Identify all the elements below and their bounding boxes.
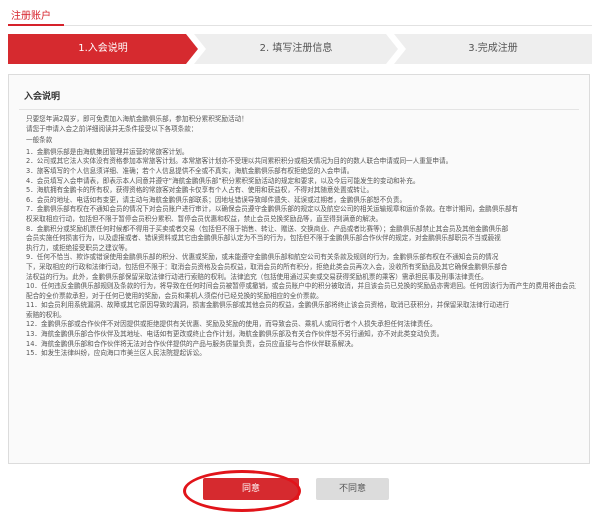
terms-line: 4．会员填写入会申请表，即表示本人同意并遵守“海航金鹏俱乐部”积分累积奖励活动的… xyxy=(26,176,420,185)
terms-line: 9．任何不恰当、欺诈或错误使用金鹏俱乐部的积分、优惠或奖励，或未能遵守金鹏俱乐部… xyxy=(26,253,499,262)
terms-line: 索赔的权利。 xyxy=(26,310,66,319)
terms-line: 下，采取相应的行政和法律行动，包括但不限于：取消会员资格及会员权益，取消会员的所… xyxy=(26,262,508,271)
registration-steps: 1.入会说明 2. 填写注册信息 3.完成注册 xyxy=(8,34,592,64)
terms-divider xyxy=(19,109,579,110)
terms-line: 5．海航拥有金鹏卡的所有权，获得资格的常旅客对金鹏卡仅享有个人占有、使用和获益权… xyxy=(26,186,374,195)
terms-line: 6．会员的地址、电话如有变更，请主动与海航金鹏俱乐部联系；因地址错误导致邮件遗失… xyxy=(26,195,407,204)
terms-panel: 入会说明 只要您年满2周岁，即可免费加入海航金鹏俱乐部，参加积分累积奖励活动！请… xyxy=(8,74,590,464)
page-header: 注册账户 xyxy=(8,4,592,26)
agree-button[interactable]: 同意 xyxy=(203,478,299,500)
step-membership-terms: 1.入会说明 xyxy=(8,34,198,64)
terms-text: 只要您年满2周岁，即可免费加入海航金鹏俱乐部，参加积分累积奖励活动！ 请您于申请入… xyxy=(26,115,576,359)
header-divider xyxy=(8,25,592,26)
terms-line: 11．如会员利用系统漏洞、故障或其它原因导致的漏洞，损害金鹏俱乐部或其他会员的权… xyxy=(26,301,510,310)
terms-line: 3．旅客填写的个人信息须详细、准确；若个人信息提供不全或不真实，海航金鹏俱乐部有… xyxy=(26,166,354,175)
terms-line: 14．海航金鹏俱乐部和合作伙伴将无法对合作伙伴提供的产品与服务质量负责，会员应直… xyxy=(26,339,358,348)
terms-line: 会员实施任何损害行为，以及虚报或者、错误资料或其它由金鹏俱乐部认定为不当的行为，… xyxy=(26,234,501,243)
step-complete-registration: 3.完成注册 xyxy=(394,34,592,64)
terms-line: 2．公司或其它法人实体没有资格参加本常旅客计划。本常旅客计划亦不受理以共同累积积… xyxy=(26,157,453,166)
terms-line: 一般条款 xyxy=(26,136,53,145)
terms-line: 10．任何违反金鹏俱乐部规则及条款的行为，将导致在任何时间会员被暂停或撤销，或会… xyxy=(26,282,576,291)
terms-line: 只要您年满2周岁，即可免费加入海航金鹏俱乐部，参加积分累积奖励活动！ xyxy=(26,115,248,123)
terms-line: 法权益的行为。此外，金鹏俱乐部保留采取法律行动进行索赔的权利。法律追究（包括使用… xyxy=(26,272,488,281)
terms-line: 权采取相应行动，包括但不限于暂停会员积分累积、暂停会员优惠和权益，禁止会员兑换奖… xyxy=(26,214,383,223)
terms-line: 8．金鹏积分或奖励机票任何时候都不得用于买卖或者交易（包括但不限于销售、转让、赠… xyxy=(26,224,509,233)
terms-title: 入会说明 xyxy=(24,92,61,102)
terms-line: 13．海航金鹏俱乐部合作伙伴及其地址、电话如有更改或终止合作计划，海航金鹏俱乐部… xyxy=(26,330,444,339)
terms-line: 请您于申请入会之前详细阅读并无条件接受以下各项条款： xyxy=(26,124,198,133)
terms-line: 15．如发生法律纠纷，应向海口市美兰区人民法院提起诉讼。 xyxy=(26,349,206,358)
terms-line: 12．金鹏俱乐部或合作伙伴不对因提供或拒绝提供有关优惠、奖励及奖励的使用，而导致… xyxy=(26,320,437,329)
terms-line: 7．金鹏俱乐部有权在不通知会员的情况下对会员账户进行审计，以确保会员遵守金鹏俱乐… xyxy=(26,205,519,214)
terms-line: 执行力，或拒绝接受职员之建议等。 xyxy=(26,243,132,252)
header-accent-underline xyxy=(8,24,64,26)
terms-line: 配合的全价票款承担，对于任何已使用的奖励，会员和乘机人须偿付已经兑换的奖励相应的… xyxy=(26,291,323,300)
terms-line: 1．金鹏俱乐部是由海航集团管理并运营的常旅客计划。 xyxy=(26,147,189,156)
page-title: 注册账户 xyxy=(11,11,51,22)
disagree-button[interactable]: 不同意 xyxy=(316,478,389,500)
step-fill-registration-info: 2. 填写注册信息 xyxy=(194,34,398,64)
